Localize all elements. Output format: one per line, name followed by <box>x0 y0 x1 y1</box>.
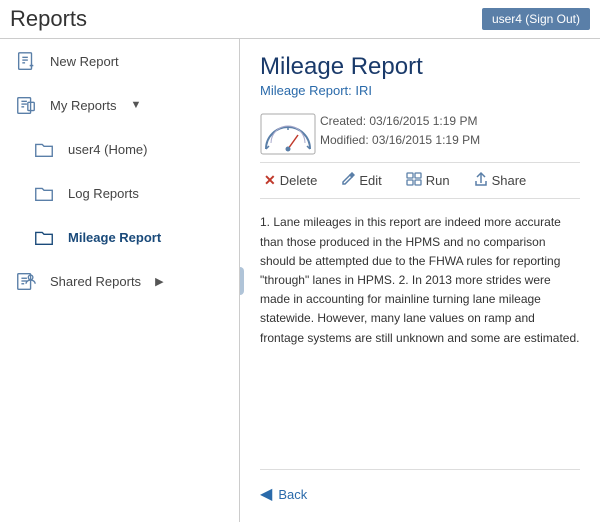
back-button[interactable]: ◀ Back <box>260 480 307 508</box>
action-bar: ✕ Delete Edit <box>260 162 580 199</box>
speedometer-icon <box>260 113 308 149</box>
new-report-icon <box>12 47 40 75</box>
my-reports-icon <box>12 91 40 119</box>
meta-text: Created: 03/16/2015 1:19 PM Modified: 03… <box>320 112 480 150</box>
delete-button[interactable]: ✕ Delete <box>260 170 321 191</box>
sidebar-item-mileage-report[interactable]: Mileage Report <box>0 215 239 259</box>
sidebar-item-label: New Report <box>50 54 119 69</box>
content-title: Mileage Report <box>260 53 580 81</box>
modified-text: Modified: 03/16/2015 1:19 PM <box>320 131 480 150</box>
run-icon <box>406 172 422 189</box>
share-button[interactable]: Share <box>470 169 531 192</box>
page-title: Reports <box>10 6 87 32</box>
back-btn-row: ◀ Back <box>260 469 580 508</box>
description-text: 1. Lane mileages in this report are inde… <box>260 213 580 347</box>
main-layout: New Report My Reports ▼ <box>0 39 600 522</box>
folder-icon <box>30 135 58 163</box>
delete-icon: ✕ <box>264 172 276 189</box>
collapse-handle[interactable]: ‹ <box>240 267 244 295</box>
back-label: Back <box>278 487 307 502</box>
sidebar-item-label: user4 (Home) <box>68 142 147 157</box>
content-subtitle: Mileage Report: IRI <box>260 83 580 98</box>
folder-icon <box>30 179 58 207</box>
share-label: Share <box>492 173 527 188</box>
edit-button[interactable]: Edit <box>337 170 385 191</box>
chevron-right-icon: ▶ <box>155 275 163 288</box>
delete-label: Delete <box>280 173 318 188</box>
back-chevron-icon: ◀ <box>260 484 272 504</box>
created-text: Created: 03/16/2015 1:19 PM <box>320 112 480 131</box>
sidebar-item-shared-reports[interactable]: Shared Reports ▶ <box>0 259 239 303</box>
sidebar-item-log-reports[interactable]: Log Reports <box>0 171 239 215</box>
sidebar-item-label: Shared Reports <box>50 274 141 289</box>
top-header: Reports user4 (Sign Out) <box>0 0 600 39</box>
run-label: Run <box>426 173 450 188</box>
shared-reports-icon <box>12 267 40 295</box>
share-icon <box>474 171 488 190</box>
sidebar-item-label: My Reports <box>50 98 116 113</box>
sign-out-button[interactable]: user4 (Sign Out) <box>482 8 590 30</box>
edit-icon <box>341 172 355 189</box>
sidebar: New Report My Reports ▼ <box>0 39 240 522</box>
chevron-down-icon: ▼ <box>130 99 141 111</box>
sidebar-item-new-report[interactable]: New Report <box>0 39 239 83</box>
sidebar-item-user4-home[interactable]: user4 (Home) <box>0 127 239 171</box>
sidebar-item-label: Log Reports <box>68 186 139 201</box>
edit-label: Edit <box>359 173 381 188</box>
run-button[interactable]: Run <box>402 170 454 191</box>
content-area: ‹ Mileage Report Mileage Report: IRI <box>240 39 600 522</box>
sidebar-item-label: Mileage Report <box>68 230 161 245</box>
folder-icon <box>30 223 58 251</box>
meta-row: Created: 03/16/2015 1:19 PM Modified: 03… <box>260 112 580 150</box>
sidebar-item-my-reports[interactable]: My Reports ▼ <box>0 83 239 127</box>
